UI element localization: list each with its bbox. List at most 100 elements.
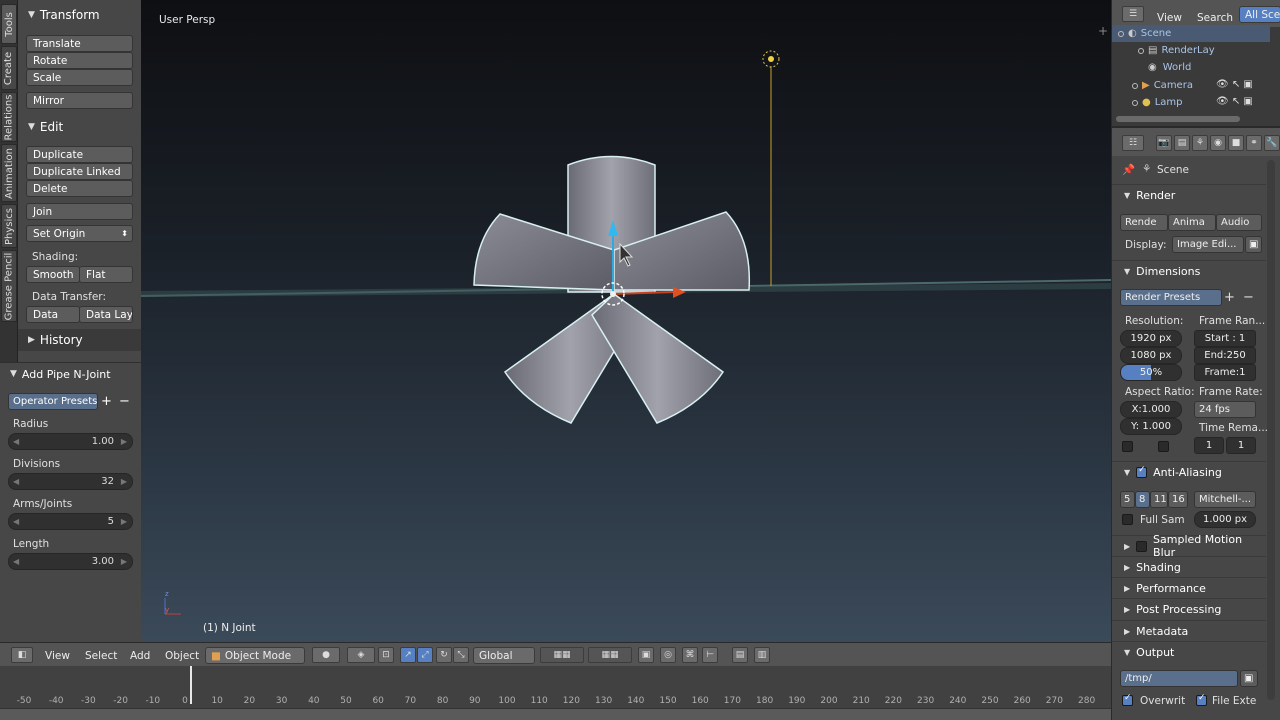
menu-view[interactable]: View	[45, 647, 70, 664]
arms-field[interactable]: ◀ 5 ▶	[8, 513, 133, 530]
menu-select[interactable]: Select	[85, 647, 117, 664]
join-button[interactable]: Join	[26, 203, 133, 220]
crop-checkbox[interactable]	[1158, 441, 1169, 452]
layers-grid-a[interactable]: ▦▦	[540, 647, 584, 663]
scale-button[interactable]: Scale	[26, 69, 133, 86]
manipulator-toggle-icon[interactable]: ⊡	[378, 647, 394, 663]
opengl-render-icon[interactable]: ▤	[732, 647, 748, 663]
add-preset-icon[interactable]: +	[1224, 290, 1235, 305]
snap-icon[interactable]: ⌘	[682, 647, 698, 663]
output-path-field[interactable]: /tmp/	[1120, 670, 1238, 687]
shading-panel-header[interactable]: ▶ Shading	[1112, 556, 1266, 577]
add-preset-icon[interactable]: +	[98, 393, 115, 410]
properties-scrollbar[interactable]	[1267, 160, 1275, 700]
render-panel-header[interactable]: ▼ Render	[1112, 184, 1266, 205]
outliner-item-renderlayer[interactable]: ▤ RenderLay	[1112, 42, 1270, 59]
move-manip-icon[interactable]: ⤢	[417, 647, 433, 663]
menu-add[interactable]: Add	[130, 647, 150, 664]
divisions-field[interactable]: ◀ 32 ▶	[8, 473, 133, 490]
tab-create[interactable]: Create	[1, 46, 17, 90]
proportional-edit-icon[interactable]: ◎	[660, 647, 676, 663]
frame-step-field[interactable]: Frame:1	[1194, 364, 1256, 381]
anti-aliasing-checkbox[interactable]	[1136, 465, 1148, 478]
tab-animation[interactable]: Animation	[1, 144, 17, 202]
render-presets-dropdown[interactable]: Render Presets	[1120, 289, 1222, 306]
duplicate-button[interactable]: Duplicate	[26, 146, 133, 163]
motion-blur-checkbox[interactable]	[1136, 540, 1148, 552]
anti-aliasing-panel-header[interactable]: ▼Anti-Aliasing	[1112, 461, 1266, 482]
border-checkbox[interactable]	[1122, 441, 1133, 452]
current-frame-indicator[interactable]	[190, 666, 192, 704]
history-header[interactable]: ▶ History	[18, 329, 141, 351]
translate-button[interactable]: Translate	[26, 35, 133, 52]
viewport-plus-icon[interactable]: +	[1098, 24, 1108, 38]
operator-header[interactable]: ▼ Add Pipe N-Joint	[0, 363, 141, 385]
dimensions-panel-header[interactable]: ▼ Dimensions	[1112, 260, 1266, 281]
aspect-y-field[interactable]: Y: 1.000	[1120, 418, 1182, 435]
frame-end-field[interactable]: End:250	[1194, 347, 1256, 364]
file-extensions-checkbox[interactable]	[1196, 693, 1207, 706]
rotate-manip-icon[interactable]: ↻	[436, 647, 452, 663]
output-panel-header[interactable]: ▼ Output	[1112, 641, 1266, 662]
operator-presets-dropdown[interactable]: Operator Presets	[8, 393, 98, 410]
render-layer-icon[interactable]: ▣	[638, 647, 654, 663]
animation-button[interactable]: Anima	[1168, 214, 1216, 231]
tab-relations[interactable]: Relations	[1, 92, 17, 142]
aa-5-button[interactable]: 5	[1120, 491, 1135, 508]
mode-dropdown[interactable]: ■ Object Mode	[205, 647, 305, 664]
camera-render-icon[interactable]: ▥	[754, 647, 770, 663]
tab-physics[interactable]: Physics	[1, 204, 17, 248]
editor-type-icon[interactable]: ◧	[11, 647, 33, 663]
outliner-item-scene[interactable]: ◐ Scene	[1112, 25, 1270, 42]
snap-target-icon[interactable]: ⊢	[702, 647, 718, 663]
resolution-percentage-field[interactable]: 50%	[1120, 364, 1182, 381]
outliner-hscrollbar[interactable]	[1116, 116, 1240, 122]
render-tab-icon[interactable]: 📷	[1156, 135, 1172, 151]
outliner-editor-icon[interactable]: ☰	[1122, 6, 1144, 22]
overwrite-checkbox[interactable]	[1122, 693, 1133, 706]
aspect-x-field[interactable]: X:1.000	[1120, 401, 1182, 418]
pin-icon[interactable]: 📌	[1122, 163, 1135, 176]
translate-manip-icon[interactable]: ↗	[400, 647, 416, 663]
object-tab-icon[interactable]: ■	[1228, 135, 1244, 151]
pivot-icon[interactable]: ◈	[347, 647, 375, 663]
scene-tab-icon[interactable]: ⚘	[1192, 135, 1208, 151]
frame-start-field[interactable]: Start : 1	[1194, 330, 1256, 347]
filter-size-field[interactable]: 1.000 px	[1194, 511, 1256, 528]
resolution-x-field[interactable]: 1920 px	[1120, 330, 1182, 347]
transform-header[interactable]: ▼ Transform	[18, 4, 141, 26]
timeline[interactable]: -50 -40 -30 -20 -10 0 10 20 30 40 50 60 70 80 90 100 110…	[0, 666, 1111, 720]
folder-browse-icon[interactable]: ▣	[1240, 670, 1258, 687]
mirror-button[interactable]: Mirror	[26, 92, 133, 109]
smooth-button[interactable]: Smooth	[26, 266, 80, 283]
tab-grease-pencil[interactable]: Grease Pencil	[1, 250, 17, 322]
orientation-dropdown[interactable]: Global	[473, 647, 535, 664]
radius-field[interactable]: ◀ 1.00 ▶	[8, 433, 133, 450]
properties-editor-icon[interactable]: ☷	[1122, 135, 1144, 151]
lamp-visibility-icons[interactable]: 👁 ↖ ▣	[1216, 96, 1253, 107]
resolution-y-field[interactable]: 1080 px	[1120, 347, 1182, 364]
duplicate-linked-button[interactable]: Duplicate Linked	[26, 163, 133, 180]
render-button[interactable]: Rende	[1120, 214, 1168, 231]
camera-visibility-icons[interactable]: 👁 ↖ ▣	[1216, 79, 1253, 90]
modifier-tab-icon[interactable]: 🔧	[1264, 135, 1280, 151]
time-new-field[interactable]: 1	[1226, 437, 1256, 454]
flat-button[interactable]: Flat	[79, 266, 133, 283]
outliner-search-menu[interactable]: Search	[1197, 9, 1233, 26]
length-field[interactable]: ◀ 3.00 ▶	[8, 553, 133, 570]
renderlayer-tab-icon[interactable]: ▤	[1174, 135, 1190, 151]
outliner-item-world[interactable]: ◉ World	[1112, 59, 1270, 76]
layers-grid-b[interactable]: ▦▦	[588, 647, 632, 663]
post-processing-panel-header[interactable]: ▶ Post Processing	[1112, 598, 1266, 619]
full-sample-checkbox[interactable]	[1122, 514, 1133, 525]
data-layout-button[interactable]: Data Layo	[79, 306, 133, 323]
display-window-icon[interactable]: ▣	[1245, 236, 1262, 253]
metadata-panel-header[interactable]: ▶ Metadata	[1112, 620, 1266, 641]
aa-filter-dropdown[interactable]: Mitchell-...	[1194, 491, 1256, 508]
aa-16-button[interactable]: 16	[1168, 491, 1188, 508]
scale-manip-icon[interactable]: ⤡	[453, 647, 469, 663]
aa-11-button[interactable]: 11	[1150, 491, 1168, 508]
frame-rate-dropdown[interactable]: 24 fps	[1194, 401, 1256, 418]
outliner-view-menu[interactable]: View	[1157, 9, 1182, 26]
performance-panel-header[interactable]: ▶ Performance	[1112, 577, 1266, 598]
